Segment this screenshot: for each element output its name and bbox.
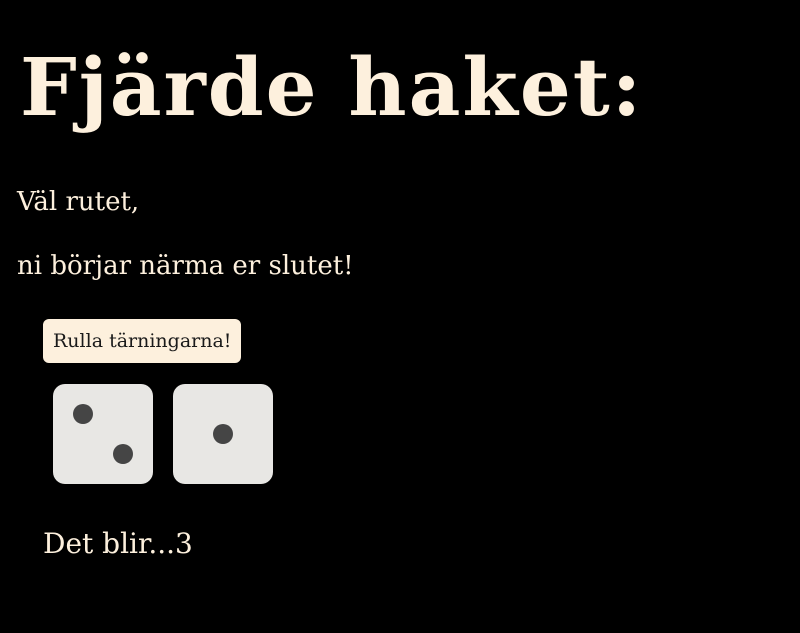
roll-dice-button[interactable]: Rulla tärningarna! (43, 319, 242, 363)
roll-result: Det blir...3 (43, 527, 193, 560)
intro-line-1: Väl rutet, (17, 187, 140, 217)
die-pip (113, 444, 133, 464)
die-1 (53, 384, 153, 484)
page-title: Fjärde haket: (20, 40, 644, 134)
die-2 (173, 384, 273, 484)
die-pip (213, 424, 233, 444)
intro-line-2: ni börjar närma er slutet! (17, 251, 354, 281)
die-pip (73, 404, 93, 424)
